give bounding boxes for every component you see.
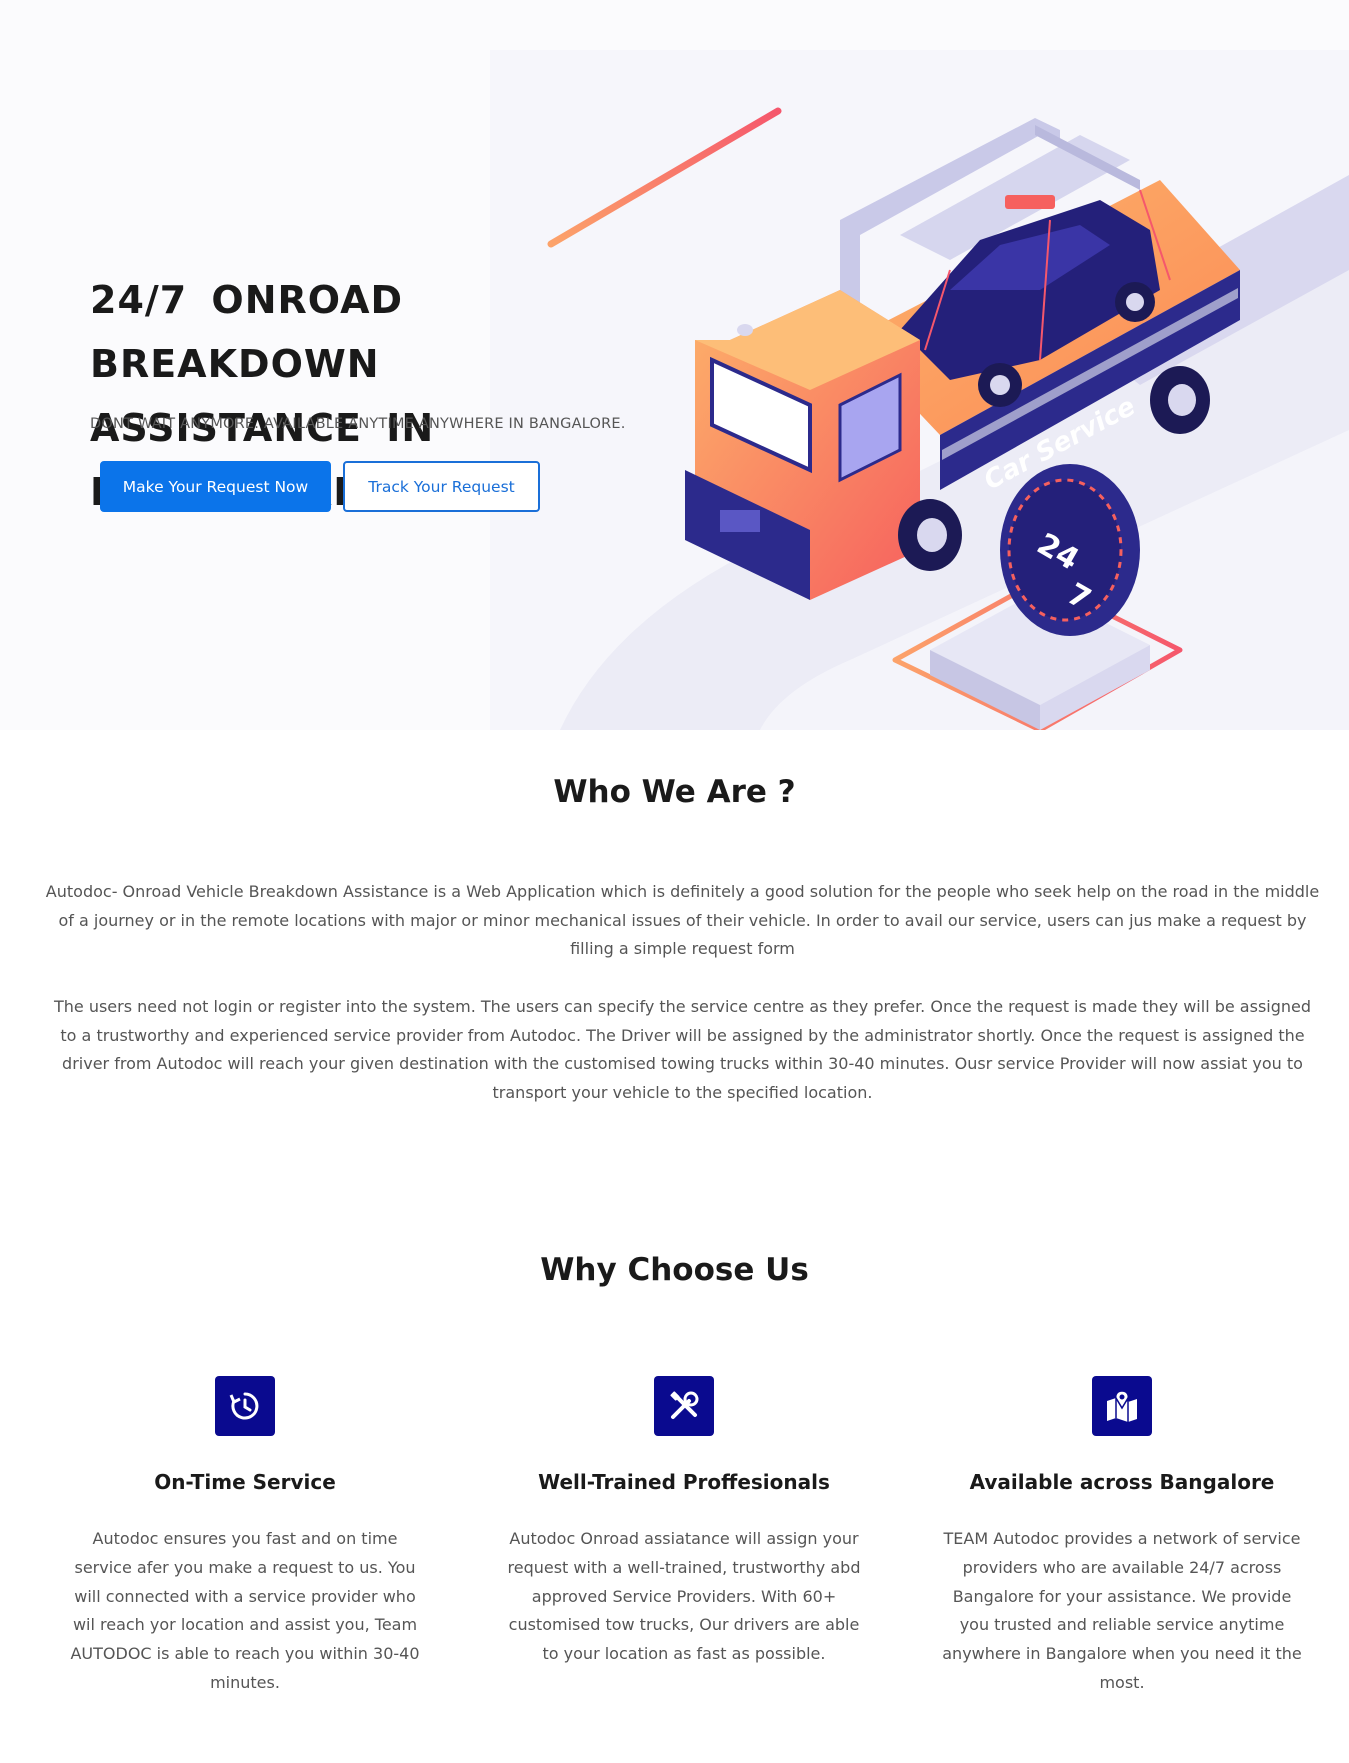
- clock-history-icon: [215, 1376, 275, 1436]
- feature-text: TEAM Autodoc provides a network of servi…: [942, 1529, 1302, 1692]
- map-location-icon: [1092, 1376, 1152, 1436]
- hero-title-line1: 24/7 ONROAD BREAKDOWN: [90, 278, 404, 386]
- feature-title: Available across Bangalore: [969, 1470, 1275, 1494]
- hero-section: 24/7 ONROAD BREAKDOWN ASSISTANCE IN BANG…: [0, 0, 1349, 730]
- tow-truck-illustration: Car Service 24 7: [685, 118, 1240, 730]
- feature-text: Autodoc Onroad assiatance will assign yo…: [507, 1529, 861, 1664]
- feature-title: On-Time Service: [154, 1470, 336, 1494]
- tools-icon: [654, 1376, 714, 1436]
- make-request-button[interactable]: Make Your Request Now: [100, 461, 331, 512]
- feature-text: Autodoc ensures you fast and on time ser…: [70, 1529, 420, 1692]
- feature-professionals: Well-Trained Proffesionals Autodoc Onroa…: [494, 1376, 874, 1669]
- feature-on-time: On-Time Service Autodoc ensures you fast…: [55, 1376, 435, 1698]
- who-we-are-title: Who We Are ?: [553, 774, 796, 810]
- who-paragraph-2: The users need not login or register int…: [53, 997, 1312, 1103]
- feature-available: Available across Bangalore TEAM Autodoc …: [932, 1376, 1312, 1698]
- who-paragraph-1: Autodoc- Onroad Vehicle Breakdown Assist…: [45, 882, 1320, 959]
- why-choose-us-title: Why Choose Us: [540, 1252, 809, 1288]
- feature-title: Well-Trained Proffesionals: [538, 1470, 830, 1494]
